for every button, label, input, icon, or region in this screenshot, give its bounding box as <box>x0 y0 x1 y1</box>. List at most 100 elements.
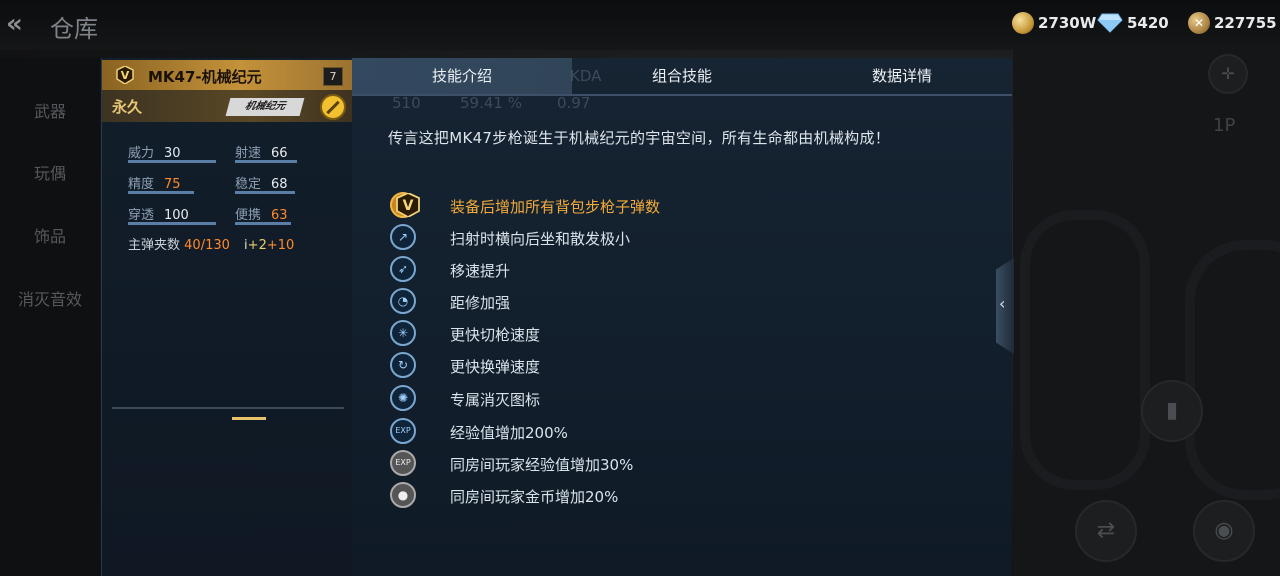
gamepad-icon[interactable]: ✛ <box>1208 54 1248 94</box>
sidebar-item-dolls[interactable]: 玩偶 <box>0 160 100 184</box>
category-sidebar: 武器 玩偶 饰品 消灭音效 <box>0 58 100 576</box>
skill-row: ✳ <box>390 319 416 347</box>
tab-skill-intro[interactable]: 技能介绍 <box>352 58 572 94</box>
stat-value: 66 <box>271 146 288 161</box>
background-scene: 1P ✛ ▮ ⇄ ◉ <box>1013 50 1280 576</box>
gold-amount: 2730W <box>1038 14 1097 32</box>
drag-handle[interactable] <box>232 417 266 420</box>
stat-fire-rate: 射速 66 <box>235 142 288 161</box>
exp-plus-icon: EXP <box>390 418 416 444</box>
stat-value: 75 <box>164 177 181 192</box>
weapon-name: MK47-机械纪元 <box>148 68 262 86</box>
skill-row: EXP <box>390 449 416 477</box>
svg-text:V: V <box>403 198 414 214</box>
skill-row: ➶ <box>390 255 416 283</box>
diamond-amount: 5420 <box>1127 14 1169 32</box>
weapon-subheader: 永久 机械纪元 <box>102 90 353 122</box>
stat-power: 威力 30 <box>128 142 181 161</box>
honor-amount: 227755 <box>1214 14 1277 32</box>
svg-text:V: V <box>121 69 130 82</box>
chevron-left-icon: ‹ <box>999 294 1006 313</box>
skill-panel: 510 59.41 % 0.97 KDA 技能介绍 组合技能 数据详情 传言这把… <box>352 58 1012 576</box>
stat-penetration: 穿透 100 <box>128 204 189 223</box>
honor-currency[interactable]: ✕ 227755 <box>1188 11 1277 35</box>
sidebar-item-kill-sounds[interactable]: 消灭音效 <box>0 286 100 310</box>
diamond-currency[interactable]: 5420 <box>1097 11 1169 35</box>
weapon-level-badge: 7 <box>323 67 343 86</box>
skill-row: ↗ <box>390 223 416 251</box>
gold-no-sign-icon[interactable] <box>320 94 346 120</box>
stat-value: 30 <box>164 146 181 161</box>
room-coin-icon: ● <box>390 482 416 508</box>
stat-portability: 便携 63 <box>235 204 288 223</box>
vip-v-badge-icon: V <box>116 66 134 84</box>
skill-text: 更快换弹速度 <box>450 358 541 376</box>
target-decoration <box>1185 240 1280 500</box>
skill-row: ↻ <box>390 351 416 379</box>
diamond-icon <box>1097 13 1123 33</box>
skill-text: 扫射时横向后坐和散发极小 <box>450 230 631 248</box>
skill-row: ◔ <box>390 287 416 315</box>
stat-value: 63 <box>271 208 288 223</box>
running-man-icon: ➶ <box>390 256 416 282</box>
recoil-icon: ↗ <box>390 224 416 250</box>
skill-text: 装备后增加所有背包步枪子弹数 <box>450 198 661 216</box>
brand-logo: 机械纪元 <box>225 98 305 116</box>
stat-bar <box>235 160 297 163</box>
magazine-label: 主弹夹数 <box>128 238 181 253</box>
swap-icon[interactable]: ⇄ <box>1075 500 1137 562</box>
gold-currency[interactable]: 2730W <box>1012 11 1096 35</box>
crossed-swords-coin-icon: ✕ <box>1188 12 1210 34</box>
stat-bar <box>235 191 295 194</box>
top-bar: « 仓库 2730W 5420 ✕ 227755 <box>0 0 1280 50</box>
stat-value: 100 <box>164 208 189 223</box>
target-decoration <box>1020 210 1150 490</box>
magazine-info: 主弹夹数 40/130 ⅰ+2+10 <box>128 234 294 253</box>
sidebar-item-weapons[interactable]: 武器 <box>0 98 100 122</box>
skill-text: 同房间玩家经验值增加30% <box>450 456 634 474</box>
stat-bar <box>128 222 216 225</box>
vip-v-badge-icon: V <box>396 193 420 217</box>
weapon-card: V MK47-机械纪元 7 永久 机械纪元 威力 30 射速 66 精度 75 稳定 6… <box>101 58 353 576</box>
ammo-bonus-a: +2 <box>247 238 267 253</box>
stat-label: 精度 <box>128 177 155 192</box>
stat-value: 68 <box>271 177 288 192</box>
bullet-icon[interactable]: ▮ <box>1141 380 1203 442</box>
skill-text: 专属消灭图标 <box>450 391 541 409</box>
magazine-value: 40/130 <box>184 238 230 253</box>
skill-text: 更快切枪速度 <box>450 326 541 344</box>
back-chevron-icon[interactable]: « <box>6 10 36 38</box>
skill-row: ● <box>390 481 416 509</box>
weapon-card-header: V MK47-机械纪元 7 <box>102 60 353 90</box>
sidebar-item-accessories[interactable]: 饰品 <box>0 223 100 247</box>
collapse-panel-button[interactable]: ‹ <box>996 258 1014 354</box>
reload-icon: ↻ <box>390 352 416 378</box>
stat-bar <box>128 191 194 194</box>
skill-text: 移速提升 <box>450 262 511 280</box>
kill-icon: ✺ <box>390 385 416 411</box>
eye-hidden-icon[interactable]: ◉ <box>1193 500 1255 562</box>
range-gauge-icon: ◔ <box>390 288 416 314</box>
stat-label: 威力 <box>128 146 155 161</box>
ghost-stat: 59.41 % <box>460 94 522 112</box>
card-divider <box>112 407 344 409</box>
stat-label: 便携 <box>235 208 262 223</box>
stat-label: 穿透 <box>128 208 155 223</box>
tab-data-details[interactable]: 数据详情 <box>792 58 1012 94</box>
weapon-description: 传言这把MK47步枪诞生于机械纪元的宇宙空间，所有生命都由机械构成！ <box>388 129 891 147</box>
stat-label: 稳定 <box>235 177 262 192</box>
stat-bar <box>235 222 291 225</box>
tab-bar: 技能介绍 组合技能 数据详情 <box>352 58 1012 96</box>
tab-combo-skills[interactable]: 组合技能 <box>572 58 792 94</box>
skill-text: 经验值增加200% <box>450 424 568 442</box>
skill-row: EXP <box>390 417 416 445</box>
stat-accuracy: 精度 75 <box>128 173 181 192</box>
skill-text: 距修加强 <box>450 294 511 312</box>
stat-label: 射速 <box>235 146 262 161</box>
duration-label: 永久 <box>112 98 143 116</box>
player-label: 1P <box>1213 115 1236 136</box>
ghost-stat: 510 <box>392 94 421 112</box>
ghost-stat: 0.97 <box>557 94 591 112</box>
gold-coin-plus-icon <box>1012 12 1034 34</box>
ammo-bonus-b: +10 <box>266 238 295 253</box>
